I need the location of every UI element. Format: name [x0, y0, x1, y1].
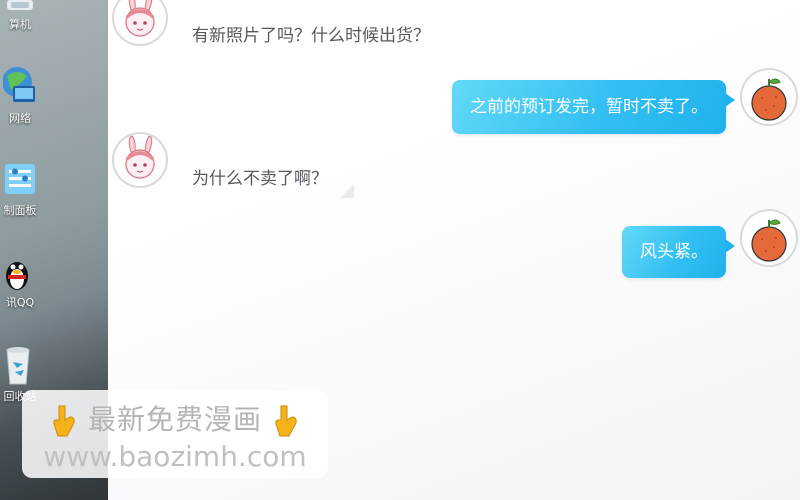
orange-avatar[interactable] — [742, 211, 796, 265]
message-text: 之前的预订发完，暂时不卖了。 — [470, 97, 708, 117]
orange-icon — [751, 78, 787, 121]
desktop-icon-qq[interactable]: 讯QQ — [0, 256, 40, 310]
desktop-icon-label: 算机 — [9, 18, 31, 31]
bubble-tail — [725, 93, 735, 107]
desktop-icon-label: 讯QQ — [5, 296, 35, 309]
desktop-icon-label: 网络 — [9, 112, 31, 125]
watermark-title: 最新免费漫画 — [87, 403, 262, 436]
desktop-icon-network[interactable]: 网络 — [0, 64, 40, 126]
orange-avatar[interactable] — [742, 70, 796, 124]
bunny-girl-icon — [125, 0, 155, 37]
pointing-down-hand-icon — [275, 405, 297, 437]
message-bubble-right-2: 风头紧。 — [622, 226, 735, 278]
message-text: 风头紧。 — [640, 242, 708, 262]
message-left-1: 有新照片了吗？什么时候出货？ — [192, 26, 430, 46]
message-left-2: 为什么不卖了啊？ — [192, 169, 328, 189]
desktop-icon-computer[interactable]: 算机 — [0, 0, 40, 32]
watermark-title-row: 最新免费漫画 — [22, 398, 328, 438]
desktop-icon-label: 制面板 — [3, 204, 37, 217]
network-icon — [3, 67, 35, 102]
control-panel-icon — [5, 164, 35, 194]
bunny-girl-avatar[interactable] — [114, 0, 166, 44]
desktop-icon-control-panel[interactable]: 制面板 — [0, 160, 40, 218]
bubble-tail — [340, 184, 354, 198]
qq-penguin-icon — [6, 262, 28, 290]
bunny-girl-icon — [125, 135, 155, 179]
message-bubble-right-1: 之前的预订发完，暂时不卖了。 — [452, 80, 735, 134]
recycle-bin-icon — [6, 347, 30, 385]
computer-icon — [7, 0, 33, 10]
orange-icon — [751, 219, 787, 262]
bubble-tail — [725, 239, 735, 253]
watermark: 最新免费漫画 www.baozimh.com — [22, 390, 328, 478]
pointing-down-hand-icon — [53, 405, 75, 437]
bunny-girl-avatar[interactable] — [114, 134, 166, 186]
watermark-url: www.baozimh.com — [43, 440, 307, 473]
